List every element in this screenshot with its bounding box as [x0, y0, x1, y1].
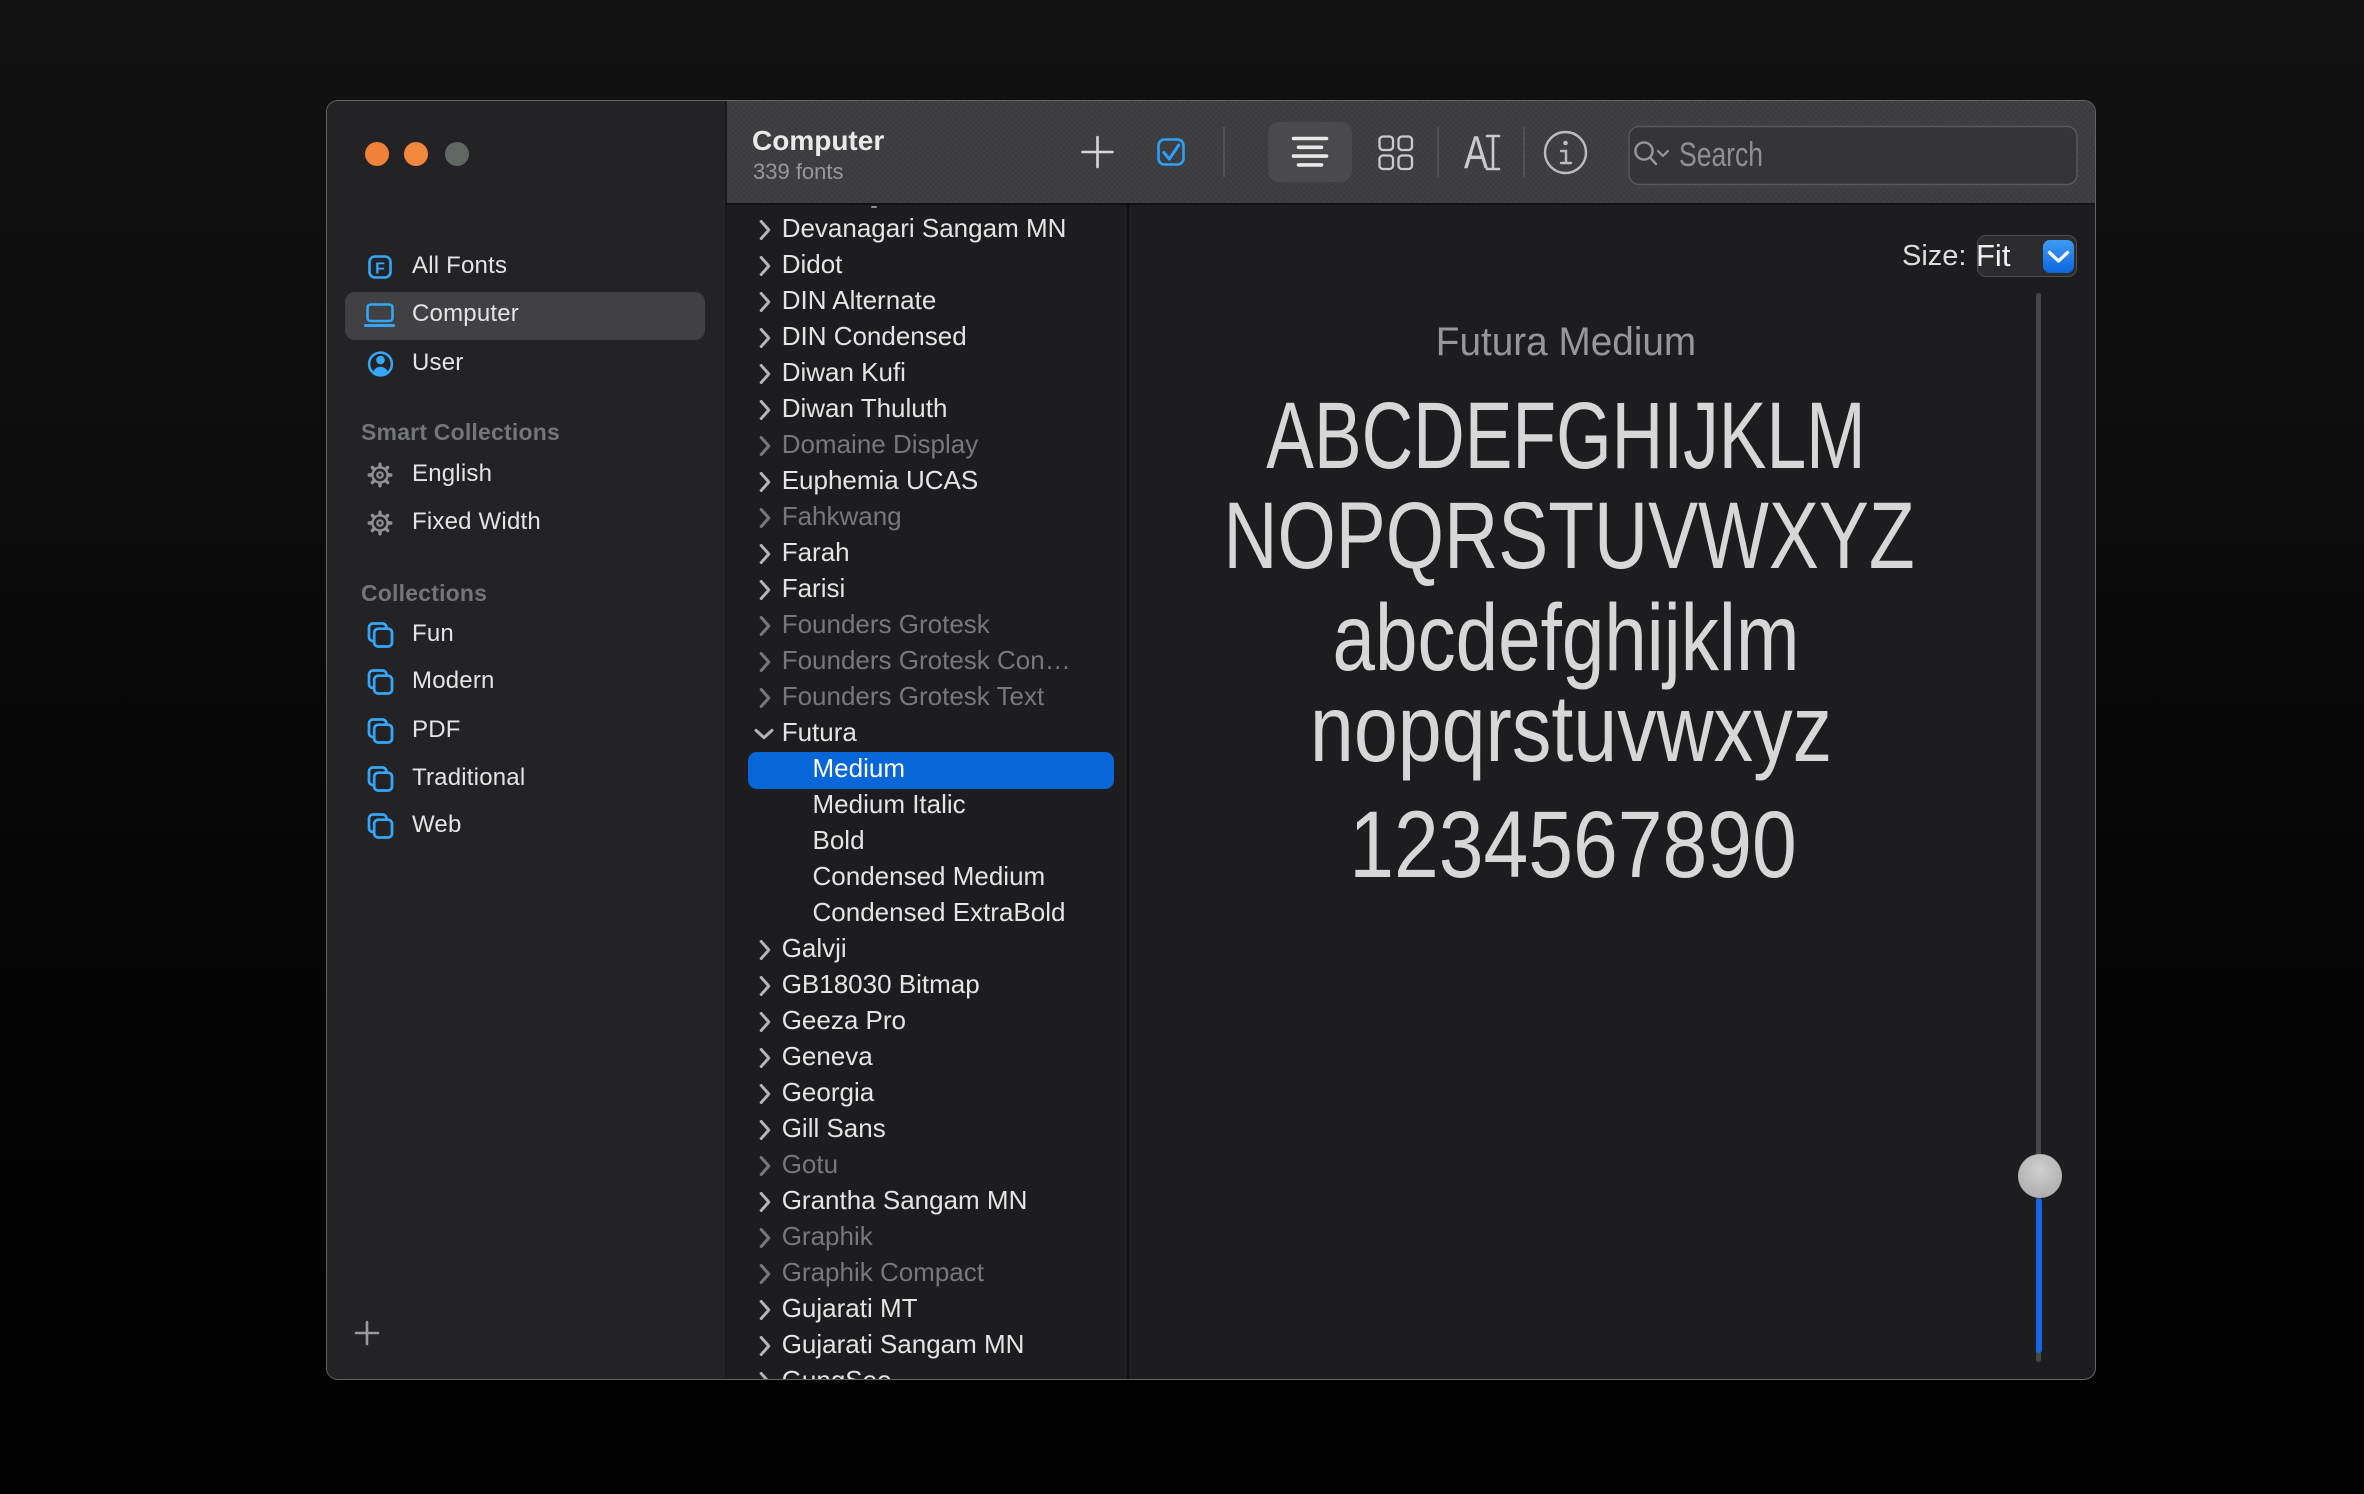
svg-text:F: F [375, 261, 385, 278]
svg-text:A: A [1464, 127, 1488, 179]
